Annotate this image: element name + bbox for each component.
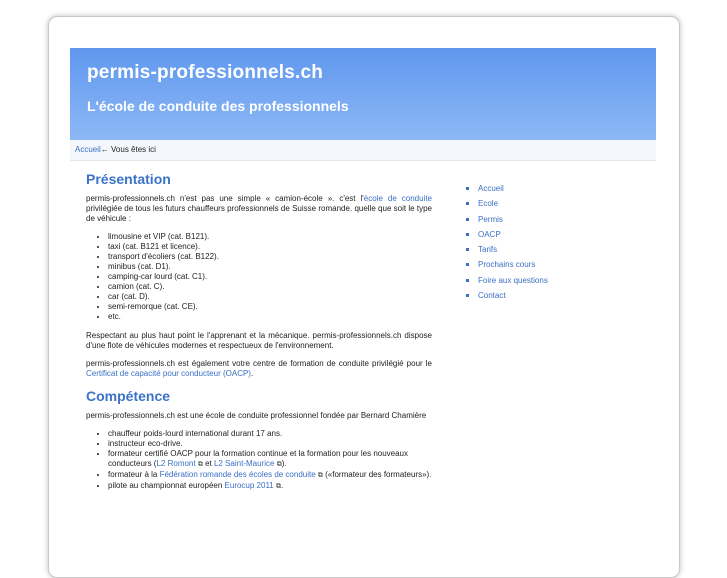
federation-romande-link[interactable]: Fédération romande des écoles de conduit… (160, 470, 316, 479)
list-item: chauffeur poids-lourd international dura… (108, 429, 432, 439)
item-text: («formateur des formateurs»). (322, 470, 432, 479)
l2-saint-maurice-link[interactable]: L2 Saint-Maurice (214, 459, 274, 468)
breadcrumb: Accueil← Vous êtes ici (70, 140, 656, 161)
sidebar-item-tarifs[interactable]: Tarifs (466, 245, 626, 260)
vehicle-list: limousine et VIP (cat. B121). taxi (cat.… (86, 232, 432, 322)
item-text: pilote au championnat européen (108, 481, 225, 490)
sidebar-item-faq[interactable]: Foire aux questions (466, 276, 626, 291)
presentation-intro-text: permis-professionnels.ch n'est pas une s… (86, 194, 364, 203)
sidebar-item-accueil[interactable]: Accueil (466, 184, 626, 199)
presentation-paragraph-2: Respectant au plus haut point le l'appre… (86, 331, 432, 350)
sidebar-item-prochains-cours[interactable]: Prochains cours (466, 260, 626, 275)
list-item: etc. (108, 312, 432, 322)
site-header: permis-professionnels.ch L'école de cond… (70, 48, 656, 140)
sidebar-item-permis[interactable]: Permis (466, 215, 626, 230)
list-item: formateur à la Fédération romande des éc… (108, 470, 432, 481)
bullet-icon (466, 187, 469, 190)
list-item: taxi (cat. B121 et licence). (108, 242, 432, 252)
item-text: . (281, 481, 284, 490)
list-item: camping-car lourd (cat. C1). (108, 272, 432, 282)
sidebar-item-label[interactable]: Prochains cours (478, 260, 535, 269)
sidebar-item-ecole[interactable]: Ecole (466, 199, 626, 214)
competence-intro: permis-professionnels.ch est une école d… (86, 411, 427, 420)
competence-list: chauffeur poids-lourd international dura… (86, 429, 432, 492)
presentation-paragraph-3: permis-professionnels.ch est également v… (86, 359, 432, 379)
competence-heading: Compétence (86, 388, 171, 404)
sidebar-item-label[interactable]: Contact (478, 291, 506, 300)
item-text: formateur à la (108, 470, 160, 479)
oacp-text: permis-professionnels.ch est également v… (86, 359, 432, 368)
list-item: formateur certifié OACP pour la formatio… (108, 449, 432, 470)
sidebar-item-label[interactable]: Ecole (478, 199, 498, 208)
bullet-icon (466, 248, 469, 252)
breadcrumb-home-link[interactable]: Accueil (75, 145, 101, 154)
presentation-heading: Présentation (86, 171, 171, 187)
item-text: ). (281, 459, 287, 468)
list-item: pilote au championnat européen Eurocup 2… (108, 481, 432, 492)
list-item: semi-remorque (cat. CE). (108, 302, 432, 312)
bullet-icon (466, 278, 469, 282)
sidebar-item-label[interactable]: OACP (478, 230, 501, 239)
eurocup-link[interactable]: Eurocup 2011 (225, 481, 274, 490)
ecole-de-conduite-link[interactable]: école de conduite (364, 194, 432, 203)
bullet-icon (466, 294, 469, 298)
bullet-icon (466, 217, 469, 221)
item-text: et (202, 459, 214, 468)
bullet-icon (466, 263, 469, 267)
sidebar-item-contact[interactable]: Contact (466, 291, 626, 306)
list-item: car (cat. D). (108, 292, 432, 302)
sidebar-item-oacp[interactable]: OACP (466, 230, 626, 245)
presentation-intro: permis-professionnels.ch n'est pas une s… (86, 194, 432, 224)
sidebar-nav: Accueil Ecole Permis OACP Tarifs Prochai… (466, 184, 626, 306)
list-item: instructeur eco-drive. (108, 439, 432, 449)
sidebar-item-label[interactable]: Tarifs (478, 245, 497, 254)
breadcrumb-current: ← Vous êtes ici (100, 145, 156, 154)
list-item: camion (cat. C). (108, 282, 432, 292)
sidebar-item-label[interactable]: Permis (478, 215, 503, 224)
list-item: limousine et VIP (cat. B121). (108, 232, 432, 242)
list-item: minibus (cat. D1). (108, 262, 432, 272)
oacp-certificate-link[interactable]: Certificat de capacité pour conducteur (… (86, 369, 251, 378)
main-content: Présentation permis-professionnels.ch n'… (86, 170, 432, 501)
oacp-text-end: . (250, 369, 254, 378)
sidebar-item-label[interactable]: Foire aux questions (478, 276, 548, 285)
bullet-icon (466, 232, 469, 236)
sidebar-item-label[interactable]: Accueil (478, 184, 504, 193)
bullet-icon (466, 202, 469, 206)
list-item: transport d'écoliers (cat. B122). (108, 252, 432, 262)
site-title[interactable]: permis-professionnels.ch (87, 62, 323, 84)
l2-romont-link[interactable]: L2 Romont (156, 459, 195, 468)
site-tagline: L'école de conduite des professionnels (87, 98, 349, 114)
presentation-intro-text-end: privilégiée de tous les futurs chauffeur… (86, 204, 432, 223)
